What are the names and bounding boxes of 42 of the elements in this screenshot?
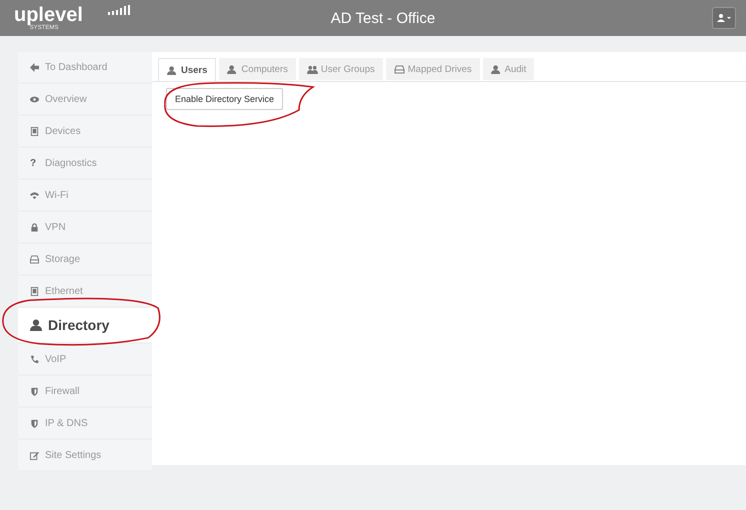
- drive-icon: [30, 254, 39, 264]
- sidebar-item[interactable]: Site Settings: [18, 440, 152, 470]
- tab[interactable]: Audit: [482, 58, 534, 80]
- page-title: AD Test - Office: [330, 10, 436, 26]
- tab[interactable]: Mapped Drives: [386, 58, 480, 80]
- tab[interactable]: User Groups: [298, 58, 383, 80]
- signal-bars-icon: [108, 4, 130, 14]
- sidebar-item[interactable]: ? Diagnostics: [18, 148, 152, 178]
- shield-icon: [30, 386, 39, 396]
- enable-directory-service-button[interactable]: Enable Directory Service: [166, 88, 284, 110]
- sidebar-item[interactable]: VoIP: [18, 344, 152, 374]
- user-caret-icon: [717, 14, 731, 22]
- arrow-left-icon: [30, 62, 39, 72]
- sidebar-item[interactable]: IP & DNS: [18, 408, 152, 438]
- phone-icon: [30, 354, 39, 364]
- logo-text: uplevel: [14, 4, 84, 24]
- sidebar-item[interactable]: To Dashboard: [18, 52, 152, 82]
- sidebar-item[interactable]: VPN: [18, 212, 152, 242]
- tab[interactable]: Computers: [219, 58, 296, 80]
- sidebar-item[interactable]: Directory: [18, 308, 152, 342]
- edit-icon: [30, 450, 39, 460]
- user-icon: [227, 64, 238, 74]
- sidebar-item[interactable]: Ethernet: [18, 276, 152, 306]
- users-icon: [306, 64, 318, 74]
- question-mark-icon: ?: [30, 158, 39, 168]
- tablet-icon: [30, 286, 39, 296]
- drive-icon: [394, 64, 405, 74]
- tablet-icon: [30, 126, 39, 136]
- sidebar-item[interactable]: Devices: [18, 116, 152, 146]
- shield-icon: [30, 418, 39, 428]
- user-icon: [490, 64, 502, 74]
- sidebar-item[interactable]: Wi-Fi: [18, 180, 152, 210]
- user-icon: [167, 66, 178, 74]
- lock-icon: [30, 222, 39, 232]
- user-icon: [30, 319, 42, 331]
- sidebar-item[interactable]: Storage: [18, 244, 152, 274]
- tab[interactable]: Users: [158, 58, 216, 81]
- wifi-icon: [30, 190, 39, 200]
- sidebar-item[interactable]: Overview: [18, 84, 152, 114]
- user-menu-button[interactable]: [712, 7, 736, 29]
- eye-icon: [30, 94, 39, 104]
- sidebar-item[interactable]: Firewall: [18, 376, 152, 406]
